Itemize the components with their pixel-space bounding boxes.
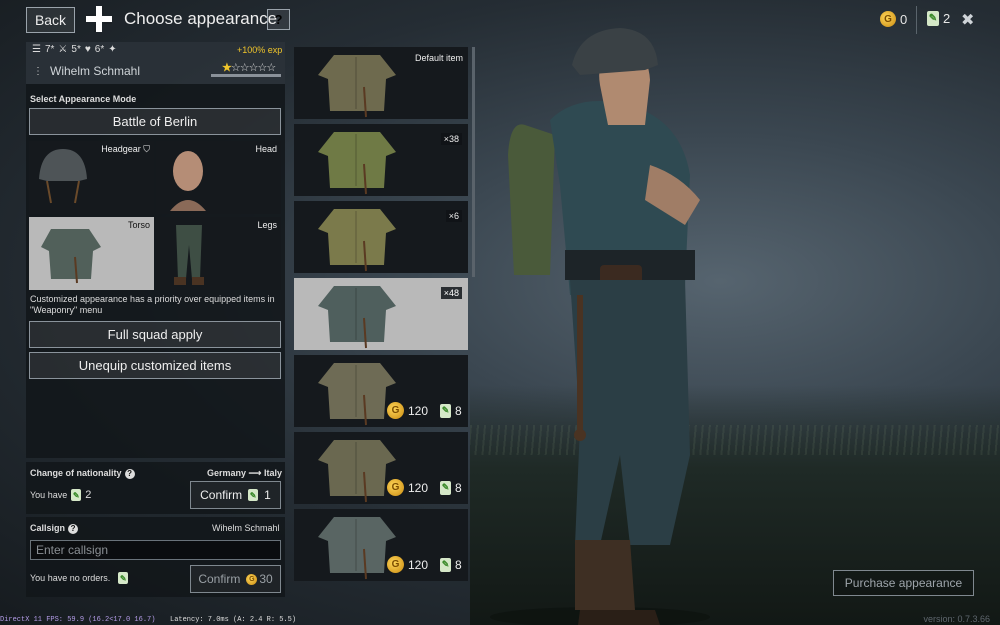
appearance-item[interactable]: G 120 ✎ 8 <box>294 509 468 581</box>
confirm-label: Confirm <box>200 488 243 502</box>
nationality-confirm-button[interactable]: Confirm ✎ 1 <box>190 481 281 509</box>
no-orders-text: You have no orders. ✎ <box>30 572 129 584</box>
slot-headgear[interactable]: Headgear ⛉ <box>29 141 154 214</box>
purchase-appearance-button[interactable]: Purchase appearance <box>833 570 974 596</box>
priority-note: Customized appearance has a priority ove… <box>30 294 275 315</box>
rank-1: 7* <box>44 44 55 55</box>
price-gold: 120 <box>408 557 429 572</box>
slot-headgear-label: Headgear ⛉ <box>101 144 150 154</box>
gold-coin-icon: G <box>387 556 404 573</box>
order-icon: ✎ <box>440 557 452 572</box>
slot-legs-label: Legs <box>257 220 277 230</box>
callsign-current: Wihelm Schmahl <box>212 523 280 533</box>
nationality-change: Germany ⟶ Italy <box>207 468 282 479</box>
gold-coin-icon: G <box>387 402 404 419</box>
back-button[interactable]: Back <box>26 7 75 33</box>
germany-faction-icon <box>86 6 112 32</box>
version-label: version: 0.7.3.66 <box>923 614 990 624</box>
gold-balance[interactable]: G 0 <box>880 11 907 27</box>
item-list[interactable]: Default item ×38 ×6 ×48 G 120 ✎ 8 G 120 ✎ 8 G 120 ✎ 8 <box>294 47 468 597</box>
item-label: Default item <box>414 53 463 63</box>
appearance-item[interactable]: G 120 ✎ 8 <box>294 355 468 427</box>
orders-balance[interactable]: ✎ 2 <box>927 11 950 26</box>
unequip-button[interactable]: Unequip customized items <box>29 352 281 379</box>
order-icon: ✎ <box>440 480 452 495</box>
confirm-label: Confirm <box>198 572 241 586</box>
appearance-item[interactable]: G 120 ✎ 8 <box>294 432 468 504</box>
drag-handle-icon[interactable]: ⋮ <box>33 66 43 77</box>
slot-torso[interactable]: Torso <box>29 217 154 290</box>
perk-icon: ✦ <box>108 44 117 55</box>
debug-latency: Latency: 7.0ms (A: 2.4 R: 5.5) <box>170 616 297 624</box>
nationality-balance: You have ✎ 2 <box>30 489 92 501</box>
appearance-item[interactable]: ×48 <box>294 278 468 350</box>
soldier-stars: ★☆☆☆☆☆ <box>222 62 276 74</box>
nationality-from: Germany <box>207 468 247 478</box>
item-count: ×48 <box>440 287 462 299</box>
order-icon: ✎ <box>927 11 939 26</box>
exp-bonus: +100% exp <box>237 45 283 55</box>
heart-icon: ♥ <box>84 44 91 55</box>
price-orders: 8 <box>455 557 462 572</box>
gold-count: 0 <box>900 11 908 27</box>
item-price: G 120 ✎ 8 <box>387 402 462 419</box>
full-squad-apply-button[interactable]: Full squad apply <box>29 321 281 348</box>
rifle-icon: ⚔ <box>58 44 68 55</box>
slot-torso-label: Torso <box>127 220 150 230</box>
page-title: Choose appearance <box>124 9 278 28</box>
item-price: G 120 ✎ 8 <box>387 479 462 496</box>
question-icon[interactable]: ? <box>124 468 135 479</box>
order-icon: ✎ <box>440 403 452 418</box>
price-orders: 8 <box>455 403 462 418</box>
order-icon: ✎ <box>118 572 129 584</box>
nationality-to: Italy <box>263 468 282 478</box>
soldier-ranks: ☰ 7* ⚔ 5* ♥ 6* ✦ <box>32 44 117 55</box>
appearance-mode-button[interactable]: Battle of Berlin <box>29 108 281 135</box>
order-icon: ✎ <box>71 489 82 501</box>
help-button[interactable]: ? <box>267 9 290 30</box>
divider <box>916 6 917 34</box>
orders-count: 2 <box>943 11 951 26</box>
slot-legs[interactable]: Legs <box>156 217 281 290</box>
price-orders: 8 <box>455 480 462 495</box>
shield-icon: ⛉ <box>143 144 150 154</box>
appearance-mode-label: Select Appearance Mode <box>30 94 137 104</box>
rank-3: 6* <box>94 44 105 55</box>
item-list-scrollbar[interactable] <box>472 47 475 277</box>
soldier-name: Wihelm Schmahl <box>50 64 141 78</box>
price-gold: 120 <box>408 403 429 418</box>
slot-head-label: Head <box>255 144 277 154</box>
gold-coin-icon: G <box>246 573 258 585</box>
nationality-label: Change of nationality? <box>30 468 135 479</box>
item-count: ×38 <box>440 133 462 145</box>
slot-head[interactable]: Head <box>156 141 281 214</box>
list-icon: ☰ <box>32 44 41 55</box>
appearance-item[interactable]: Default item <box>294 47 468 119</box>
item-count: ×6 <box>445 210 462 222</box>
callsign-label: Callsign? <box>30 523 79 534</box>
callsign-input[interactable] <box>30 540 281 560</box>
gold-coin-icon: G <box>880 11 896 27</box>
debug-fps: DirectX 11 FPS: 59.9 (16.2<17.0 16.7) <box>0 616 156 624</box>
exp-progress-bar <box>211 74 281 77</box>
uniform-image <box>318 209 396 272</box>
question-icon[interactable]: ? <box>68 523 79 534</box>
appearance-item[interactable]: ×6 <box>294 201 468 273</box>
price-gold: 120 <box>408 480 429 495</box>
close-button[interactable]: ✖ <box>961 10 974 30</box>
confirm-cost: 1 <box>264 488 271 502</box>
callsign-confirm-button[interactable]: Confirm G 30 <box>190 565 281 593</box>
item-price: G 120 ✎ 8 <box>387 556 462 573</box>
gold-coin-icon: G <box>387 479 404 496</box>
arrow-right-icon: ⟶ <box>248 468 262 478</box>
soldier-preview[interactable] <box>480 25 740 625</box>
rank-2: 5* <box>71 44 81 55</box>
confirm-cost: 30 <box>259 572 273 586</box>
order-icon: ✎ <box>248 489 259 501</box>
appearance-item[interactable]: ×38 <box>294 124 468 196</box>
